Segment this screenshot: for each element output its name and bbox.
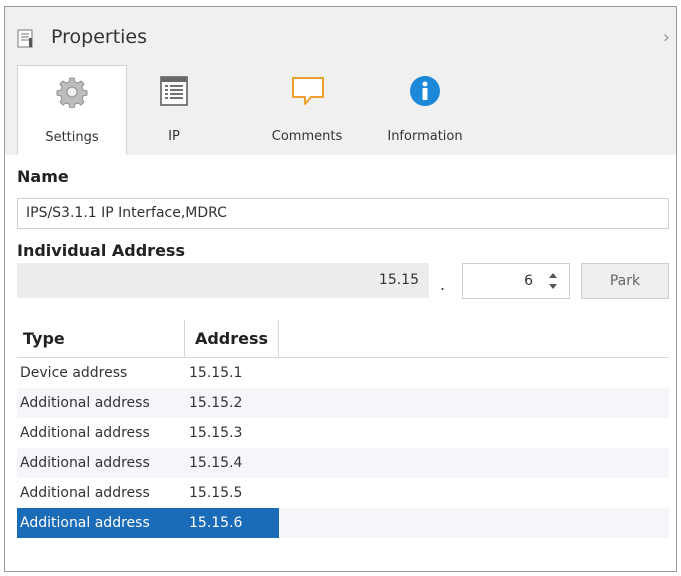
chevron-right-icon[interactable]: › <box>663 27 670 48</box>
device-address-value[interactable]: 6 <box>524 273 533 289</box>
gear-icon <box>56 76 88 109</box>
individual-address-label: Individual Address <box>17 241 185 260</box>
properties-panel: Properties › Settings IP Comments Inform… <box>4 6 677 572</box>
comment-icon <box>291 75 324 107</box>
name-label: Name <box>17 167 69 186</box>
tab-information[interactable]: Information <box>375 65 475 155</box>
cell-address: 15.15.3 <box>189 425 243 441</box>
table-row[interactable]: Additional address 15.15.4 <box>17 448 669 478</box>
name-field[interactable]: IPS/S3.1.1 IP Interface,MDRC <box>17 198 669 229</box>
address-separator: . <box>440 275 446 294</box>
address-prefix: 15.15 <box>378 272 419 288</box>
panel-title: Properties <box>51 26 148 48</box>
tab-comments[interactable]: Comments <box>261 65 353 155</box>
table-row[interactable]: Additional address 15.15.2 <box>17 388 669 418</box>
column-header-address[interactable]: Address <box>185 320 279 358</box>
tab-ip-label: IP <box>168 129 180 144</box>
address-prefix-field: 15.15 <box>17 263 429 298</box>
cell-type: Additional address <box>20 395 150 411</box>
cell-address: 15.15.5 <box>189 485 243 501</box>
tab-strip: Settings IP Comments Information <box>5 65 676 155</box>
list-window-icon <box>158 75 190 107</box>
cell-address: 15.15.1 <box>189 365 243 381</box>
tab-comments-label: Comments <box>271 129 343 144</box>
tab-settings[interactable]: Settings <box>17 65 127 155</box>
cell-type: Device address <box>20 365 128 381</box>
cell-type: Additional address <box>20 425 150 441</box>
table-row-selected[interactable]: Additional address 15.15.6 <box>17 508 669 538</box>
column-header-type[interactable]: Type <box>17 320 185 358</box>
tab-information-label: Information <box>387 129 463 144</box>
cell-type: Additional address <box>20 485 150 501</box>
properties-icon <box>16 29 38 49</box>
device-address-stepper[interactable]: 6 <box>462 263 570 299</box>
panel-header: Properties › <box>5 7 676 65</box>
park-button[interactable]: Park <box>581 263 669 299</box>
address-table: Type Address Device address 15.15.1 Addi… <box>17 320 669 538</box>
cell-address: 15.15.2 <box>189 395 243 411</box>
table-header: Type Address <box>17 320 669 358</box>
cell-address: 15.15.6 <box>189 515 243 531</box>
tab-ip[interactable]: IP <box>136 65 212 155</box>
tab-settings-label: Settings <box>45 130 99 145</box>
table-row[interactable]: Additional address 15.15.3 <box>17 418 669 448</box>
spin-down-icon[interactable] <box>549 284 557 289</box>
info-icon <box>409 75 441 107</box>
cell-address: 15.15.4 <box>189 455 243 471</box>
cell-type: Additional address <box>20 455 150 471</box>
settings-content: Name IPS/S3.1.1 IP Interface,MDRC Indivi… <box>5 155 676 571</box>
spin-up-icon[interactable] <box>549 273 557 278</box>
cell-type: Additional address <box>20 515 150 531</box>
individual-address-row: 15.15 . 6 Park <box>17 263 669 299</box>
table-row[interactable]: Device address 15.15.1 <box>17 358 669 388</box>
table-row[interactable]: Additional address 15.15.5 <box>17 478 669 508</box>
